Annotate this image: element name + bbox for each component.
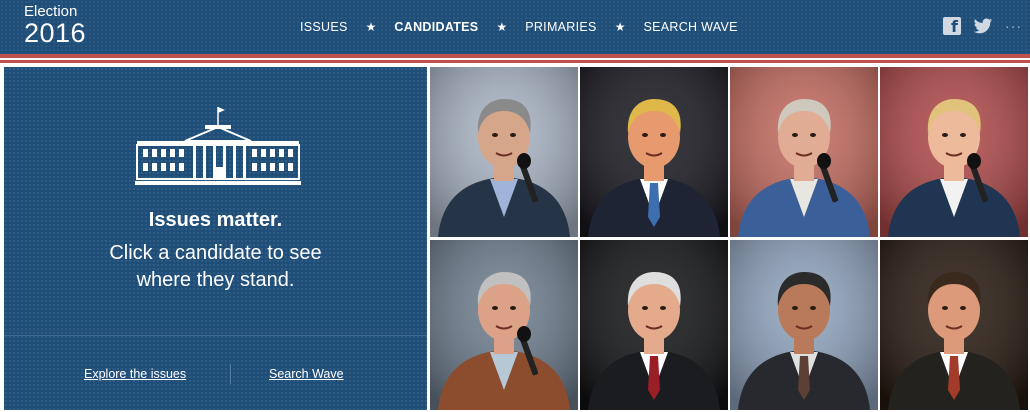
candidate-photo bbox=[730, 67, 878, 237]
panel-subtext: Click a candidate to see where they stan… bbox=[4, 240, 427, 294]
nav-candidates[interactable]: CANDIDATES bbox=[394, 20, 478, 34]
candidate-tile[interactable] bbox=[730, 240, 878, 410]
panel-headline: Issues matter. bbox=[148, 209, 283, 231]
star-icon: ★ bbox=[496, 20, 508, 34]
candidate-photo bbox=[580, 67, 728, 237]
candidate-tile[interactable] bbox=[880, 240, 1028, 410]
main-nav: ISSUES ★ CANDIDATES ★ PRIMARIES ★ SEARCH… bbox=[300, 0, 738, 54]
candidate-grid bbox=[430, 67, 1030, 410]
candidate-tile[interactable] bbox=[880, 67, 1028, 237]
candidate-tile[interactable] bbox=[580, 240, 728, 410]
candidate-tile[interactable] bbox=[580, 67, 728, 237]
header-stripe-red-2 bbox=[0, 60, 1030, 63]
panel-subtext-line-2: where they stand. bbox=[136, 269, 295, 291]
logo-line-2: 2016 bbox=[24, 18, 87, 48]
white-house-icon bbox=[135, 107, 301, 185]
candidate-photo bbox=[730, 240, 878, 410]
election-logo[interactable]: Election 2016 bbox=[24, 4, 86, 47]
candidate-photo bbox=[430, 67, 578, 237]
candidate-photo bbox=[880, 67, 1028, 237]
search-wave-link[interactable]: Search Wave bbox=[269, 367, 344, 381]
nav-primaries[interactable]: PRIMARIES bbox=[525, 20, 596, 34]
candidate-tile[interactable] bbox=[430, 67, 578, 237]
logo-line-1: Election bbox=[24, 3, 78, 20]
facebook-icon[interactable]: f bbox=[943, 17, 961, 36]
nav-issues[interactable]: ISSUES bbox=[300, 20, 348, 34]
candidate-photo bbox=[430, 240, 578, 410]
panel-divider bbox=[4, 335, 427, 336]
nav-search-wave[interactable]: SEARCH WAVE bbox=[643, 20, 737, 34]
candidate-photo bbox=[880, 240, 1028, 410]
candidate-photo bbox=[580, 240, 728, 410]
issues-panel: Issues matter. Click a candidate to see … bbox=[4, 67, 427, 410]
link-divider bbox=[230, 364, 231, 384]
explore-issues-link[interactable]: Explore the issues bbox=[84, 367, 186, 381]
panel-subtext-line-1: Click a candidate to see bbox=[109, 242, 322, 264]
star-icon: ★ bbox=[614, 20, 626, 34]
candidate-tile[interactable] bbox=[430, 240, 578, 410]
more-icon[interactable]: ··· bbox=[1005, 18, 1022, 34]
site-header: Election 2016 ISSUES ★ CANDIDATES ★ PRIM… bbox=[0, 0, 1030, 54]
star-icon: ★ bbox=[365, 20, 377, 34]
twitter-icon[interactable] bbox=[973, 18, 993, 35]
social-links: f ··· bbox=[943, 17, 1022, 36]
candidate-tile[interactable] bbox=[730, 67, 878, 237]
